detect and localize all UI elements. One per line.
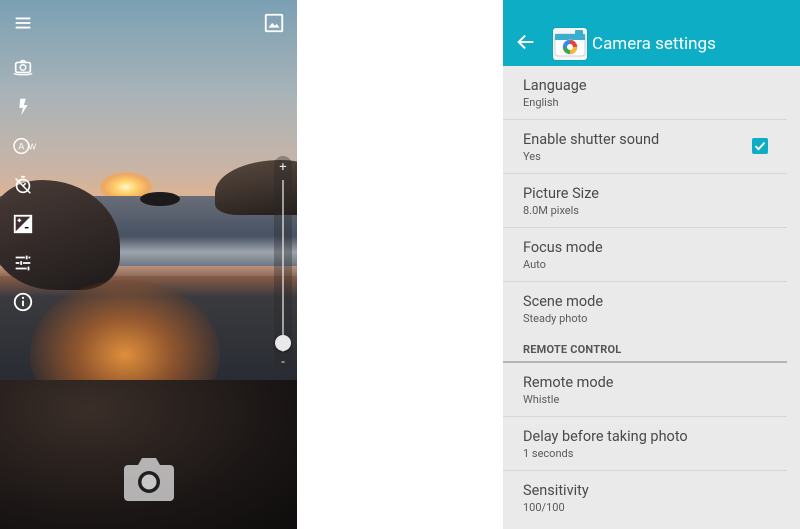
switch-camera-icon[interactable] bbox=[12, 56, 34, 78]
rocks-foreground bbox=[0, 380, 297, 529]
pref-title: Language bbox=[523, 77, 587, 94]
pref-delay[interactable]: Delay before taking photo 1 seconds bbox=[503, 417, 787, 471]
pref-picture-size[interactable]: Picture Size 8.0M pixels bbox=[503, 174, 787, 228]
pref-remote-mode[interactable]: Remote mode Whistle bbox=[503, 363, 787, 417]
zoom-knob[interactable] bbox=[275, 335, 291, 351]
preference-list: Language English Enable shutter sound Ye… bbox=[503, 66, 800, 524]
settings-screen: Camera settings Language English Enable … bbox=[503, 0, 800, 529]
app-bar: Camera settings bbox=[503, 0, 800, 66]
pref-summary: Whistle bbox=[523, 393, 560, 406]
camera-shutter-button[interactable] bbox=[124, 457, 174, 501]
pref-title: Focus mode bbox=[523, 239, 603, 256]
section-header-remote-control: REMOTE CONTROL bbox=[503, 335, 787, 363]
pref-title: Picture Size bbox=[523, 185, 599, 202]
back-arrow-icon[interactable] bbox=[515, 31, 537, 53]
svg-text:W: W bbox=[28, 143, 36, 152]
section-label: REMOTE CONTROL bbox=[523, 343, 622, 356]
pref-title: Remote mode bbox=[523, 374, 614, 391]
pref-title: Scene mode bbox=[523, 293, 604, 310]
info-icon[interactable] bbox=[12, 291, 34, 313]
pref-title: Enable shutter sound bbox=[523, 131, 660, 148]
menu-icon[interactable] bbox=[12, 12, 34, 34]
pref-language[interactable]: Language English bbox=[503, 66, 787, 120]
white-balance-icon[interactable]: AW bbox=[12, 135, 38, 157]
timer-icon[interactable] bbox=[12, 174, 34, 196]
pref-title: Sensitivity bbox=[523, 482, 589, 499]
pref-focus-mode[interactable]: Focus mode Auto bbox=[503, 228, 787, 282]
zoom-line bbox=[282, 180, 284, 352]
pref-sensitivity[interactable]: Sensitivity 100/100 bbox=[503, 471, 787, 524]
camera-viewfinder[interactable]: AW + - bbox=[0, 0, 297, 529]
pref-summary: Auto bbox=[523, 258, 546, 271]
shutter-sound-checkbox[interactable] bbox=[752, 138, 768, 154]
camera-shutter-icon bbox=[124, 458, 174, 501]
page-title: Camera settings bbox=[592, 34, 716, 54]
app-logo-icon bbox=[553, 28, 587, 60]
pref-shutter-sound[interactable]: Enable shutter sound Yes bbox=[503, 120, 787, 174]
pref-summary: 1 seconds bbox=[523, 447, 574, 460]
svg-text:A: A bbox=[18, 142, 25, 152]
exposure-icon[interactable] bbox=[12, 213, 34, 235]
pref-scene-mode[interactable]: Scene mode Steady photo bbox=[503, 282, 787, 335]
rock-mid bbox=[140, 192, 180, 206]
flash-icon[interactable] bbox=[12, 96, 34, 118]
pref-summary: Steady photo bbox=[523, 312, 588, 325]
adjust-icon[interactable] bbox=[12, 252, 34, 274]
pref-title: Delay before taking photo bbox=[523, 428, 688, 445]
gallery-icon[interactable] bbox=[263, 12, 285, 34]
zoom-plus-label[interactable]: + bbox=[276, 160, 290, 175]
pref-summary: Yes bbox=[523, 150, 541, 163]
zoom-minus-label[interactable]: - bbox=[276, 355, 290, 370]
pref-summary: 100/100 bbox=[523, 501, 565, 514]
pref-summary: 8.0M pixels bbox=[523, 204, 579, 217]
pref-summary: English bbox=[523, 96, 559, 109]
